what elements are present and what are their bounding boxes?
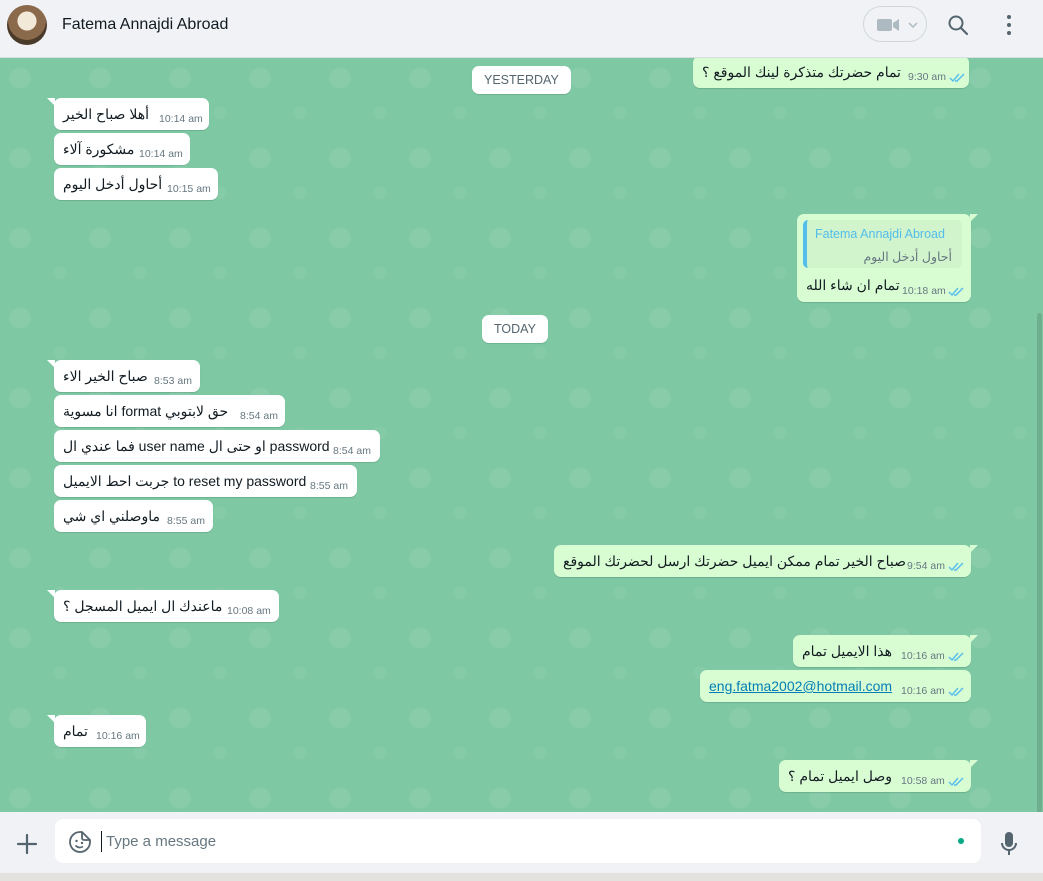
status-dot [958, 838, 964, 844]
message-time: 10:16 am [901, 650, 945, 662]
message-text: صباح الخير الاء [63, 368, 148, 384]
message-text: تمام حضرتك متذكرة لينك الموقع ؟ [702, 64, 901, 80]
quoted-message[interactable]: Fatema Annajdi Abroad أحاول أدخل اليوم [803, 220, 962, 268]
video-call-icon [877, 19, 899, 31]
avatar[interactable] [7, 5, 47, 45]
message-input[interactable]: Type a message [55, 819, 981, 863]
email-link[interactable]: eng.fatma2002@hotmail.com [709, 678, 892, 694]
message-time: 8:54 am [240, 410, 278, 422]
chevron-down-icon [908, 22, 918, 29]
message-time: 8:54 am [333, 445, 371, 457]
message-time: 8:53 am [154, 375, 192, 387]
read-ticks-icon [949, 73, 965, 83]
message-text: أهلا صباح الخير [63, 106, 149, 122]
message-out[interactable]: وصل ايميل تمام ؟ 10:58 am [779, 760, 978, 792]
message-text: تمام [63, 723, 88, 739]
message-in[interactable]: صباح الخير الاء 8:53 am [47, 360, 200, 392]
message-in[interactable]: ماعندك ال ايميل المسجل ؟ 10:08 am [47, 590, 279, 622]
video-call-button[interactable] [863, 6, 927, 42]
message-placeholder: Type a message [106, 833, 217, 850]
contact-name[interactable]: Fatema Annajdi Abroad [62, 16, 228, 34]
message-text: وصل ايميل تمام ؟ [788, 768, 892, 784]
message-in[interactable]: ماوصلني اي شي 8:55 am [54, 500, 213, 532]
sticker-icon[interactable] [68, 830, 92, 854]
message-time: 9:54 am [907, 560, 945, 572]
message-text: انا مسوية format حق لابتوبي [63, 403, 229, 419]
read-ticks-icon [948, 777, 964, 787]
message-time: 10:14 am [139, 148, 183, 160]
read-ticks-icon [948, 562, 964, 572]
mic-icon[interactable] [1000, 831, 1018, 857]
message-in[interactable]: جربت احط الايميل to reset my password 8:… [54, 465, 357, 497]
message-time: 10:16 am [901, 685, 945, 697]
message-out[interactable]: هذا الايميل تمام 10:16 am [793, 635, 978, 667]
message-in[interactable]: أحاول أدخل اليوم 10:15 am [54, 168, 218, 200]
message-text: صباح الخير تمام ممكن ايميل حضرتك ارسل لح… [563, 553, 906, 569]
message-out[interactable]: تمام حضرتك متذكرة لينك الموقع ؟ 9:30 am [693, 58, 969, 88]
message-time: 8:55 am [167, 515, 205, 527]
message-time: 10:18 am [902, 285, 946, 297]
message-time: 10:08 am [227, 605, 271, 617]
message-in[interactable]: مشكورة آلاء 10:14 am [54, 133, 190, 165]
message-in[interactable]: انا مسوية format حق لابتوبي 8:54 am [54, 395, 285, 427]
read-ticks-icon [948, 652, 964, 662]
message-text: جربت احط الايميل to reset my password [63, 473, 307, 489]
message-composer: Type a message [0, 812, 1043, 881]
read-ticks-icon [948, 287, 964, 297]
message-text: ماعندك ال ايميل المسجل ؟ [63, 598, 223, 614]
message-time: 10:16 am [96, 730, 140, 742]
read-ticks-icon [948, 687, 964, 697]
message-text: أحاول أدخل اليوم [63, 176, 163, 192]
search-icon[interactable] [947, 14, 969, 36]
text-caret [101, 831, 102, 852]
message-out[interactable]: eng.fatma2002@hotmail.com 10:16 am [700, 670, 971, 702]
message-time: 10:14 am [159, 113, 203, 125]
message-in[interactable]: أهلا صباح الخير 10:14 am [47, 98, 209, 130]
message-out[interactable]: صباح الخير تمام ممكن ايميل حضرتك ارسل لح… [554, 545, 978, 577]
message-out-reply[interactable]: Fatema Annajdi Abroad أحاول أدخل اليوم ت… [797, 214, 978, 302]
quoted-sender: Fatema Annajdi Abroad [815, 227, 945, 241]
message-time: 9:30 am [908, 71, 946, 83]
message-time: 10:58 am [901, 775, 945, 787]
window-bottom-edge [0, 873, 1043, 881]
message-in[interactable]: تمام 10:16 am [47, 715, 146, 747]
message-text: هذا الايميل تمام [802, 643, 893, 659]
message-time: 8:55 am [310, 480, 348, 492]
menu-icon[interactable] [1000, 14, 1018, 36]
message-text: مشكورة آلاء [63, 141, 135, 157]
chat-header: Fatema Annajdi Abroad [0, 0, 1043, 58]
date-separator-today: TODAY [482, 315, 548, 343]
message-text: فما عندي ال user name او حتى ال password [63, 438, 330, 454]
plus-icon[interactable] [15, 832, 39, 856]
chat-area[interactable]: تمام حضرتك متذكرة لينك الموقع ؟ 9:30 am … [0, 58, 1043, 812]
date-separator-yesterday: YESTERDAY [472, 66, 571, 94]
message-text: ماوصلني اي شي [63, 508, 160, 524]
message-text: تمام ان شاء الله [806, 277, 900, 293]
message-time: 10:15 am [167, 183, 211, 195]
chat-scrollbar[interactable] [1037, 313, 1042, 812]
message-in[interactable]: فما عندي ال user name او حتى ال password… [54, 430, 380, 462]
quoted-text: أحاول أدخل اليوم [863, 250, 952, 264]
